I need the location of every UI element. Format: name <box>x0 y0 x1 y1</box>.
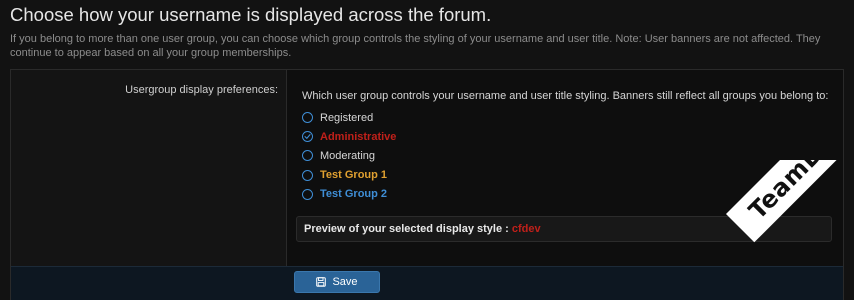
radio-option-test-group-1[interactable]: Test Group 1 <box>302 166 396 185</box>
form-label-column: Usergroup display preferences: <box>11 70 287 266</box>
radio-circle-icon[interactable] <box>302 169 313 181</box>
radio-label[interactable]: Test Group 2 <box>320 188 387 200</box>
radio-option-registered[interactable]: Registered <box>302 108 396 127</box>
radio-checked-icon[interactable] <box>302 131 313 143</box>
usergroup-display-label: Usergroup display preferences: <box>125 84 278 96</box>
radio-label[interactable]: Moderating <box>320 150 375 162</box>
page-title: Choose how your username is displayed ac… <box>10 4 492 25</box>
radio-circle-icon[interactable] <box>302 188 313 200</box>
radio-label[interactable]: Test Group 1 <box>320 169 387 181</box>
radio-circle-icon[interactable] <box>302 150 313 162</box>
preview-username: cfdev <box>511 223 541 235</box>
usergroup-radio-list: Registered Administrative Moderating Tes… <box>302 108 396 204</box>
save-button[interactable]: Save <box>294 271 380 293</box>
field-explain: Which user group controls your username … <box>302 90 829 102</box>
page-description: If you belong to more than one user grou… <box>10 33 821 59</box>
radio-option-moderating[interactable]: Moderating <box>302 146 396 165</box>
radio-option-administrative[interactable]: Administrative <box>302 127 396 146</box>
preview-text: Preview of your selected display style :… <box>304 223 541 235</box>
radio-label[interactable]: Administrative <box>320 131 396 143</box>
radio-circle-icon[interactable] <box>302 112 313 124</box>
radio-label[interactable]: Registered <box>320 112 373 124</box>
save-disk-icon <box>316 277 327 287</box>
preview-label: Preview of your selected display style : <box>304 223 509 235</box>
radio-option-test-group-2[interactable]: Test Group 2 <box>302 185 396 204</box>
watermark-text: TeamDGT.org <box>743 160 854 225</box>
save-button-label[interactable]: Save <box>332 276 357 288</box>
watermark-logo: TeamDGT.org <box>714 160 854 300</box>
